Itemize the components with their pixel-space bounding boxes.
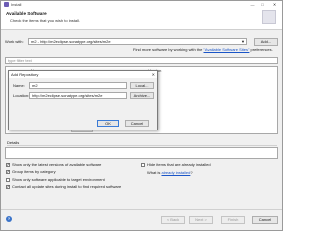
add-repository-dialog: Add Repository ✕ Name: m2 Local... Locat… [8, 70, 158, 130]
work-with-value: m2 - http://m2eclipse.sonatype.org/sites… [31, 39, 111, 44]
already-installed-link[interactable]: already installed [161, 170, 190, 175]
what-is-installed-text: What is already installed? [147, 170, 193, 175]
group-by-category-checkbox[interactable] [6, 169, 10, 175]
work-with-label: Work with: [5, 39, 24, 44]
window-title: Install [11, 2, 22, 7]
latest-versions-checkbox[interactable] [6, 162, 10, 168]
contact-update-sites-label: Contact all update sites during install … [12, 184, 122, 189]
maximize-icon[interactable]: □ [259, 2, 266, 7]
repo-location-value: http://m2eclipse.sonatype.org/sites/m2e [32, 93, 103, 98]
details-area [5, 147, 278, 159]
work-with-combo[interactable]: m2 - http://m2eclipse.sonatype.org/sites… [28, 38, 247, 45]
add-site-button[interactable]: Add... [254, 38, 278, 46]
ok-button[interactable]: OK [97, 120, 119, 127]
repo-location-input[interactable]: http://m2eclipse.sonatype.org/sites/m2e [29, 92, 127, 99]
repo-name-label: Name: [13, 83, 25, 88]
hide-installed-label: Hide items that are already installed [147, 162, 211, 167]
title-bar: Install — □ ✕ [1, 1, 282, 8]
next-button[interactable]: Next > [189, 216, 213, 224]
available-software-sites-link[interactable]: "Available Software Sites" [204, 47, 250, 52]
archive-button[interactable]: Archive... [130, 92, 154, 99]
cancel-button[interactable]: Cancel [252, 216, 278, 224]
chevron-down-icon[interactable]: ▼ [241, 39, 245, 44]
minimize-icon[interactable]: — [249, 2, 256, 7]
applicable-software-label: Show only software applicable to target … [12, 177, 105, 182]
help-icon[interactable]: ? [6, 216, 12, 222]
finish-button[interactable]: Finish [221, 216, 245, 224]
repo-name-value: m2 [32, 83, 38, 88]
dialog-cancel-button[interactable]: Cancel [125, 120, 149, 127]
filter-placeholder: type filter text [8, 58, 32, 63]
page-subtitle: Check the items that you wish to install… [10, 18, 81, 23]
group-by-category-label: Group items by category [12, 169, 56, 174]
repo-location-label: Location: [13, 93, 30, 98]
dialog-body: Name: m2 Local... Location: http://m2ecl… [9, 78, 157, 130]
close-icon[interactable]: ✕ [271, 2, 278, 7]
wizard-banner-icon [262, 10, 276, 24]
page-title: Available Software [6, 11, 47, 16]
repo-name-input[interactable]: m2 [29, 82, 127, 89]
what-is-prefix: What is [147, 170, 161, 175]
contact-update-sites-checkbox[interactable] [6, 184, 10, 190]
find-more-suffix: preferences. [250, 47, 273, 52]
app-icon [4, 2, 9, 7]
find-more-text: Find more software by working with the "… [133, 47, 273, 52]
hide-installed-checkbox[interactable] [141, 163, 145, 167]
details-divider [7, 145, 277, 146]
back-button[interactable]: < Back [161, 216, 185, 224]
local-button[interactable]: Local... [130, 82, 154, 89]
find-more-prefix: Find more software by working with the [133, 47, 203, 52]
what-is-question: ? [190, 170, 193, 175]
applicable-software-checkbox[interactable] [6, 178, 10, 182]
footer-divider [1, 209, 282, 210]
wizard-header: Available Software Check the items that … [1, 8, 282, 30]
latest-versions-label: Show only the latest versions of availab… [12, 162, 102, 167]
filter-input[interactable]: type filter text [5, 57, 278, 64]
